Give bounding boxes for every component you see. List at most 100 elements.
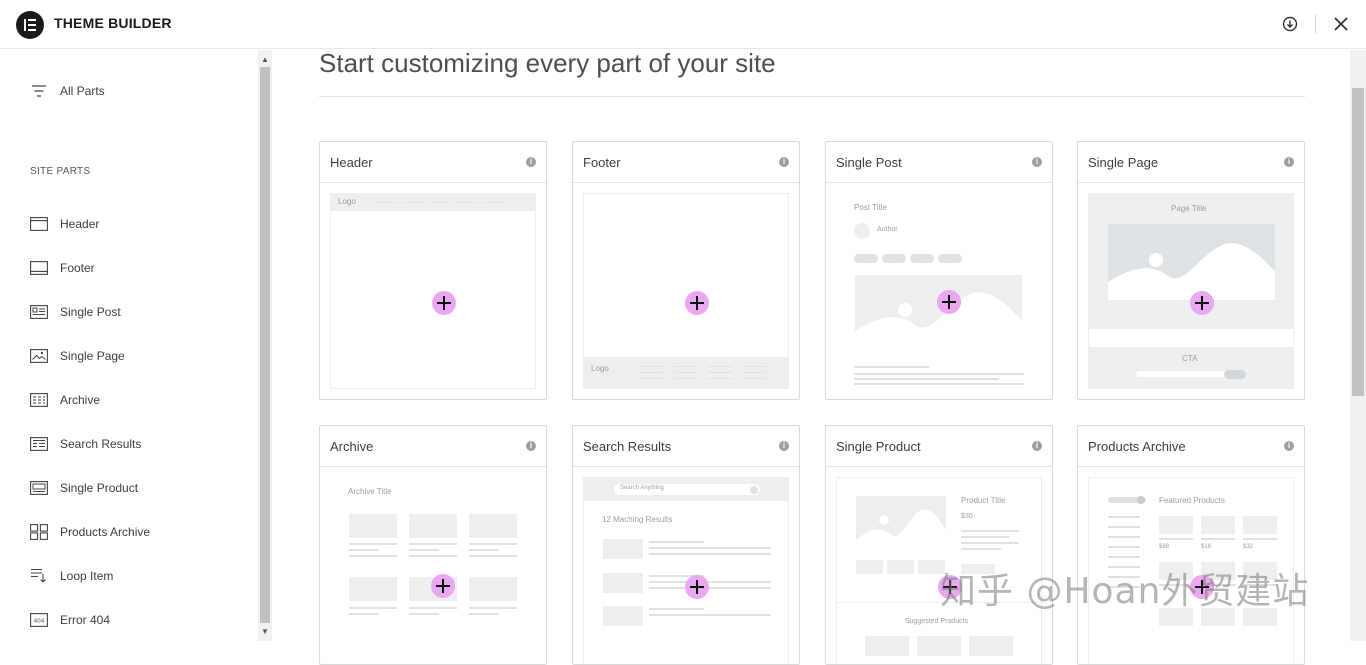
scroll-down-arrow-icon[interactable]: ▼ bbox=[258, 625, 272, 639]
sidebar-item-search-results[interactable]: Search Results bbox=[30, 433, 141, 455]
card-title: Archive bbox=[330, 438, 374, 454]
sidebar-item-single-post[interactable]: Single Post bbox=[30, 301, 121, 323]
preview-product-title: Product Title bbox=[961, 496, 1006, 505]
single-page-icon bbox=[30, 348, 48, 364]
add-plus-icon[interactable] bbox=[685, 291, 709, 315]
card-title: Single Page bbox=[1088, 154, 1159, 170]
sidebar-item-label: Header bbox=[60, 217, 100, 231]
info-icon[interactable]: i bbox=[1284, 157, 1294, 167]
sidebar-item-single-product[interactable]: Single Product bbox=[30, 477, 138, 499]
sidebar-item-label: Single Post bbox=[60, 305, 121, 319]
sidebar-scrollbar-thumb[interactable] bbox=[260, 67, 270, 623]
card-head: Single Page i bbox=[1078, 142, 1304, 183]
sidebar-item-label: Search Results bbox=[60, 437, 142, 451]
sidebar-item-label: All Parts bbox=[60, 84, 105, 98]
sidebar-item-loop-item[interactable]: Loop Item bbox=[30, 565, 113, 587]
sidebar-item-label: Footer bbox=[60, 261, 95, 275]
watermark: 知乎 @Hoan外贸建站 bbox=[940, 571, 1310, 612]
sidebar-item-header[interactable]: Header bbox=[30, 213, 99, 235]
svg-text:404: 404 bbox=[34, 619, 45, 625]
card-preview: Post Title Author bbox=[836, 193, 1042, 389]
info-icon[interactable]: i bbox=[526, 157, 536, 167]
card-title: Products Archive bbox=[1088, 438, 1186, 454]
add-plus-icon[interactable] bbox=[685, 575, 709, 599]
preview-search-input: Search Anything bbox=[620, 485, 664, 491]
loop-item-icon bbox=[30, 568, 48, 584]
sidebar-item-label: Archive bbox=[60, 393, 101, 407]
preview-logo: Logo bbox=[338, 197, 356, 206]
preview-cta: CTA bbox=[1182, 354, 1198, 363]
sidebar-item-footer[interactable]: Footer bbox=[30, 257, 95, 279]
card-head: Single Post i bbox=[826, 142, 1052, 183]
preview-author: Author bbox=[877, 226, 898, 233]
card-title: Search Results bbox=[583, 438, 672, 454]
card-archive[interactable]: Archive i Archive Title bbox=[319, 425, 547, 665]
preview-price: $88 bbox=[1159, 544, 1170, 550]
page-title: Start customizing every part of your sit… bbox=[319, 48, 776, 78]
card-preview: Archive Title bbox=[330, 477, 536, 664]
card-header[interactable]: Header i Logo bbox=[319, 141, 547, 400]
card-head: Header i bbox=[320, 142, 546, 183]
card-products-archive[interactable]: Products Archive i Featured Products $88… bbox=[1077, 425, 1305, 665]
card-head: Single Product i bbox=[826, 426, 1052, 467]
sidebar-item-all-parts[interactable]: All Parts bbox=[30, 80, 105, 102]
info-icon[interactable]: i bbox=[1032, 441, 1042, 451]
single-post-icon bbox=[30, 304, 48, 320]
add-plus-icon[interactable] bbox=[432, 291, 456, 315]
card-single-page[interactable]: Single Page i Page Title CTA bbox=[1077, 141, 1305, 400]
elementor-logo-icon bbox=[16, 11, 44, 39]
card-title: Footer bbox=[583, 154, 621, 170]
close-icon[interactable] bbox=[1331, 14, 1351, 34]
footer-layout-icon bbox=[30, 260, 48, 276]
card-footer[interactable]: Footer i Logo bbox=[572, 141, 800, 400]
info-icon[interactable]: i bbox=[1284, 441, 1294, 451]
card-search-results[interactable]: Search Results i Search Anything 12 Mach… bbox=[572, 425, 800, 665]
sidebar-item-products-archive[interactable]: Products Archive bbox=[30, 521, 150, 543]
card-preview: Page Title CTA bbox=[1088, 193, 1294, 389]
card-preview: Logo bbox=[330, 193, 536, 389]
preview-price: $30 bbox=[961, 513, 973, 520]
preview-price: $32 bbox=[1243, 544, 1254, 550]
error-404-icon: 404 bbox=[30, 612, 48, 628]
scroll-up-arrow-icon[interactable]: ▲ bbox=[258, 53, 272, 67]
sidebar-item-error-404[interactable]: 404 Error 404 bbox=[30, 609, 110, 631]
main-scrollbar-thumb[interactable] bbox=[1352, 88, 1364, 396]
card-head: Products Archive i bbox=[1078, 426, 1304, 467]
add-plus-icon[interactable] bbox=[937, 290, 961, 314]
preview-featured-products: Featured Products bbox=[1159, 496, 1225, 505]
card-head: Footer i bbox=[573, 142, 799, 183]
preview-page-title: Page Title bbox=[1171, 204, 1207, 213]
single-product-icon bbox=[30, 480, 48, 496]
card-preview: Logo bbox=[583, 193, 789, 389]
info-icon[interactable]: i bbox=[526, 441, 536, 451]
preview-logo: Logo bbox=[591, 364, 609, 373]
sidebar-item-label: Single Page bbox=[60, 349, 125, 363]
search-results-icon bbox=[30, 436, 48, 452]
site-parts-heading: SITE PARTS bbox=[30, 166, 91, 177]
preview-price: $16 bbox=[1201, 544, 1212, 550]
sidebar-item-single-page[interactable]: Single Page bbox=[30, 345, 125, 367]
preview-archive-title: Archive Title bbox=[348, 487, 392, 496]
card-title: Header bbox=[330, 154, 373, 170]
app-title: THEME BUILDER bbox=[54, 15, 172, 31]
preview-suggested: Suggested Products bbox=[905, 618, 969, 625]
sidebar-item-archive[interactable]: Archive bbox=[30, 389, 100, 411]
info-icon[interactable]: i bbox=[779, 441, 789, 451]
card-single-product[interactable]: Single Product i Product Title $30 Sugge… bbox=[825, 425, 1053, 665]
add-plus-icon[interactable] bbox=[1190, 291, 1214, 315]
sidebar-item-label: Products Archive bbox=[60, 525, 151, 539]
card-head: Search Results i bbox=[573, 426, 799, 467]
add-plus-icon[interactable] bbox=[431, 574, 455, 598]
info-icon[interactable]: i bbox=[1032, 157, 1042, 167]
card-head: Archive i bbox=[320, 426, 546, 467]
toolbar-divider bbox=[1315, 15, 1316, 33]
download-icon[interactable] bbox=[1280, 14, 1300, 34]
top-bar: THEME BUILDER bbox=[0, 0, 1366, 49]
card-title: Single Post bbox=[836, 154, 902, 170]
filter-lines-icon bbox=[30, 83, 48, 99]
card-single-post[interactable]: Single Post i Post Title Author bbox=[825, 141, 1053, 400]
archive-icon bbox=[30, 392, 48, 408]
info-icon[interactable]: i bbox=[779, 157, 789, 167]
header-layout-icon bbox=[30, 216, 48, 232]
card-preview: Search Anything 12 Maching Results bbox=[583, 477, 789, 664]
